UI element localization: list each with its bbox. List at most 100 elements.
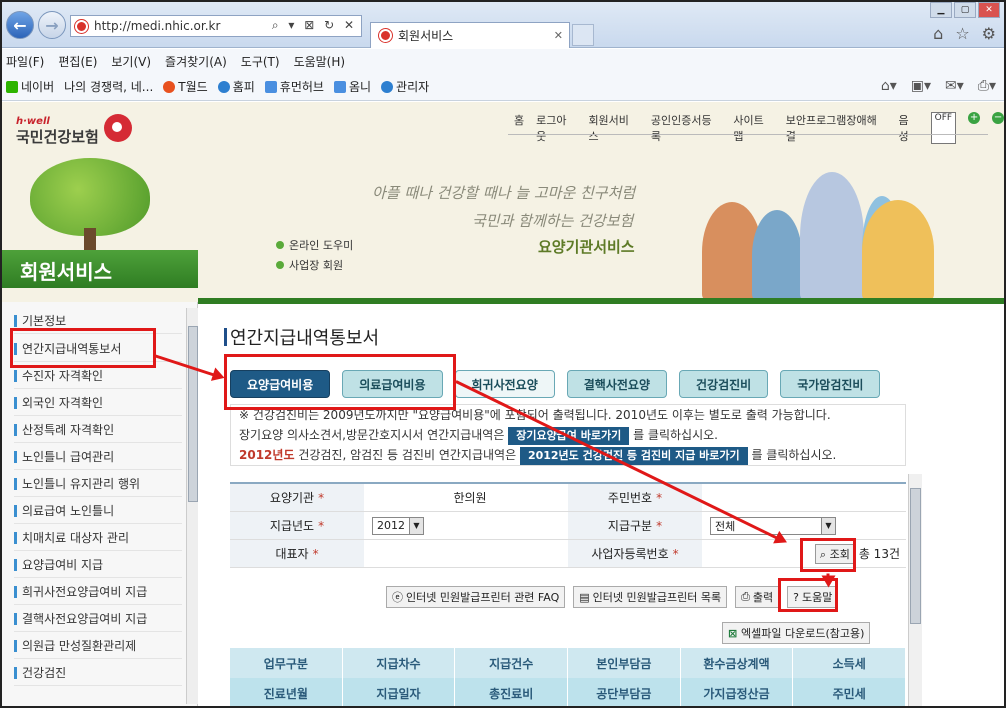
result-table: 업무구분 지급차수 지급건수 본인부담금 환수금상계액 소득세 진료년월 지급일… — [230, 648, 907, 706]
table-header-row: 업무구분 지급차수 지급건수 본인부담금 환수금상계액 소득세 — [230, 648, 907, 678]
year-label: 지급년도 * — [230, 512, 364, 539]
quick-links: 온라인 도우미 사업장 회원 — [276, 236, 353, 276]
browser-tab[interactable]: 회원서비스 ✕ — [370, 22, 570, 48]
tab-rare-disease[interactable]: 희귀사전요양 — [454, 370, 555, 398]
forward-button[interactable]: → — [38, 11, 66, 39]
fav-item-tworld[interactable]: T월드 — [163, 78, 208, 95]
fav-item-competitiveness[interactable]: 나의 경쟁력, 네... — [64, 78, 153, 95]
logo-name: 국민건강보험 — [16, 128, 99, 146]
address-bar[interactable]: http://medi.nhic.or.kr ⌕ ▾ ⊠ ↻ ✕ — [70, 15, 362, 37]
sidebar-item-health-checkup[interactable]: 건강검진 — [14, 660, 182, 686]
sidebar-item-chronic-care[interactable]: 의원급 만성질환관리제 — [14, 633, 182, 659]
excel-download-button[interactable]: ⊠ 엑셀파일 다운로드(참고용) — [722, 622, 871, 644]
fav-label: T월드 — [178, 80, 208, 94]
nav-logout[interactable]: 로그아웃 — [536, 112, 576, 144]
minimize-button[interactable]: ▁ — [930, 2, 952, 18]
zoom-out-icon[interactable]: − — [992, 112, 1004, 124]
sidebar-item-tb-payment[interactable]: 결핵사전요양급여비 지급 — [14, 606, 182, 632]
settings-gear-icon[interactable]: ⚙ — [982, 24, 996, 43]
annotation-arrow — [826, 573, 830, 584]
menu-tools[interactable]: 도구(T) — [241, 53, 280, 70]
ie-page-icon — [264, 80, 277, 93]
nav-cert-register[interactable]: 공인인증서등록 — [651, 112, 722, 144]
fav-label: 관리자 — [396, 80, 430, 94]
nav-home[interactable]: 홈 — [514, 112, 524, 144]
print-icon[interactable]: ⎙▾ — [978, 78, 996, 94]
bizno-label: 사업자등록번호 * — [568, 540, 702, 567]
content-scroll-thumb[interactable] — [910, 488, 921, 624]
sidebar-scroll-thumb[interactable] — [188, 326, 198, 502]
fav-item-homepage[interactable]: 홈피 — [217, 78, 255, 95]
site-logo[interactable]: h·well 국민건강보험 — [16, 114, 132, 147]
url-text: http://medi.nhic.or.kr — [94, 19, 221, 33]
document-icon: ▤ — [579, 590, 590, 604]
column-header: 지급건수 — [455, 648, 569, 678]
address-toolbar: ← → http://medi.nhic.or.kr ⌕ ▾ ⊠ ↻ ✕ 회원서… — [2, 2, 1004, 48]
family-photo — [692, 162, 992, 302]
column-header: 지급차수 — [342, 648, 456, 678]
menu-view[interactable]: 보기(V) — [111, 53, 151, 70]
quicklink-workplace-member[interactable]: 사업장 회원 — [276, 256, 353, 276]
sidebar-item-dementia-patients[interactable]: 치매치료 대상자 관리 — [14, 525, 182, 551]
printer-faq-button[interactable]: ⓔ 인터넷 민원발급프린터 관련 FAQ — [386, 586, 566, 608]
tab-close-icon[interactable]: ✕ — [554, 29, 563, 42]
printer-list-button[interactable]: ▤ 인터넷 민원발급프린터 목록 — [573, 586, 728, 608]
rss-icon[interactable]: ▣▾ — [911, 78, 931, 94]
globe-icon — [217, 80, 230, 93]
back-button[interactable]: ← — [6, 11, 34, 39]
close-window-button[interactable]: ✕ — [978, 2, 1000, 18]
sidebar-item-rare-disease-payment[interactable]: 희귀사전요양급여비 지급 — [14, 579, 182, 605]
fav-item-admin[interactable]: 관리자 — [381, 78, 429, 95]
tab-favicon-icon — [379, 29, 392, 42]
slogan-line2: 국민과 함께하는 건강보험 — [472, 212, 634, 230]
quicklink-label: 사업장 회원 — [289, 259, 344, 272]
fav-item-omni[interactable]: 옴니 — [333, 78, 371, 95]
mail-icon[interactable]: ✉▾ — [945, 78, 964, 94]
checkup-payment-link-button[interactable]: 2012년도 건강검진 등 검진비 지급 바로가기 — [519, 447, 748, 465]
type-select[interactable]: 전체 ▼ — [710, 516, 836, 535]
tab-tuberculosis[interactable]: 결핵사전요양 — [566, 370, 667, 398]
favorites-star-icon[interactable]: ☆ — [955, 24, 969, 43]
notice-text: 건강검진, 암검진 등 검진비 연간지급내역은 — [298, 448, 517, 462]
sidebar-item-special-case[interactable]: 산정특례 자격확인 — [14, 417, 182, 443]
rep-label: 대표자 * — [230, 540, 364, 567]
ie-page-icon — [333, 80, 346, 93]
sidebar-item-medical-aid-denture[interactable]: 의료급여 노인틀니 — [14, 498, 182, 524]
sidebar-item-foreigner-eligibility[interactable]: 외국인 자격확인 — [14, 390, 182, 416]
zoom-in-icon[interactable]: + — [968, 112, 981, 124]
column-header: 본인부담금 — [568, 648, 681, 678]
tab-health-checkup[interactable]: 건강검진비 — [679, 370, 769, 398]
nav-sitemap[interactable]: 사이트맵 — [733, 112, 773, 144]
voice-toggle[interactable]: OFF — [930, 112, 957, 144]
menu-file[interactable]: 파일(F) — [6, 53, 44, 70]
home-menu-icon[interactable]: ⌂▾ — [881, 78, 897, 94]
total-count: 총 13건 — [858, 547, 900, 561]
nav-member-service[interactable]: 회원서비스 — [588, 112, 638, 144]
content-scrollbar[interactable] — [908, 474, 922, 706]
naver-icon — [6, 80, 18, 93]
top-navigation: 홈 로그아웃 회원서비스 공인인증서등록 사이트맵 보안프로그램장애해결 음성 … — [514, 112, 1004, 144]
favorites-bar: 네이버 나의 경쟁력, 네... T월드 홈피 휴먼허브 옴니 관리자 ⌂▾ ▣… — [2, 73, 1004, 101]
quicklink-online-helper[interactable]: 온라인 도우미 — [276, 236, 353, 256]
column-header: 주민세 — [793, 678, 907, 706]
fav-item-naver[interactable]: 네이버 — [6, 78, 54, 95]
column-header: 가지급정산금 — [680, 678, 794, 706]
nav-security-fix[interactable]: 보안프로그램장애해결 — [786, 112, 887, 144]
maximize-button[interactable]: ▢ — [954, 2, 976, 18]
heart-logo-icon — [104, 114, 132, 142]
sidebar-item-denture-maintenance[interactable]: 노인틀니 유지관리 행위 — [14, 471, 182, 497]
home-icon[interactable]: ⌂ — [933, 24, 943, 43]
fav-label: 홈피 — [232, 80, 255, 94]
address-tools-icon[interactable]: ⌕ ▾ ⊠ ↻ ✕ — [272, 18, 357, 33]
print-button[interactable]: ⎙ 출력 — [735, 586, 780, 608]
sidebar-item-care-payment[interactable]: 요양급여비 지급 — [14, 552, 182, 578]
new-tab-button[interactable] — [572, 24, 594, 46]
menu-help[interactable]: 도움말(H) — [294, 53, 346, 70]
tab-cancer-screening[interactable]: 국가암검진비 — [780, 370, 881, 398]
notice-year: 2012년도 — [239, 448, 295, 462]
year-select[interactable]: 2012 ▼ — [372, 516, 424, 535]
fav-item-humanhub[interactable]: 휴먼허브 — [264, 78, 324, 95]
menu-favorites[interactable]: 즐겨찾기(A) — [165, 53, 227, 70]
menu-edit[interactable]: 편집(E) — [58, 53, 97, 70]
sidebar-item-denture-benefit[interactable]: 노인틀니 급여관리 — [14, 444, 182, 470]
